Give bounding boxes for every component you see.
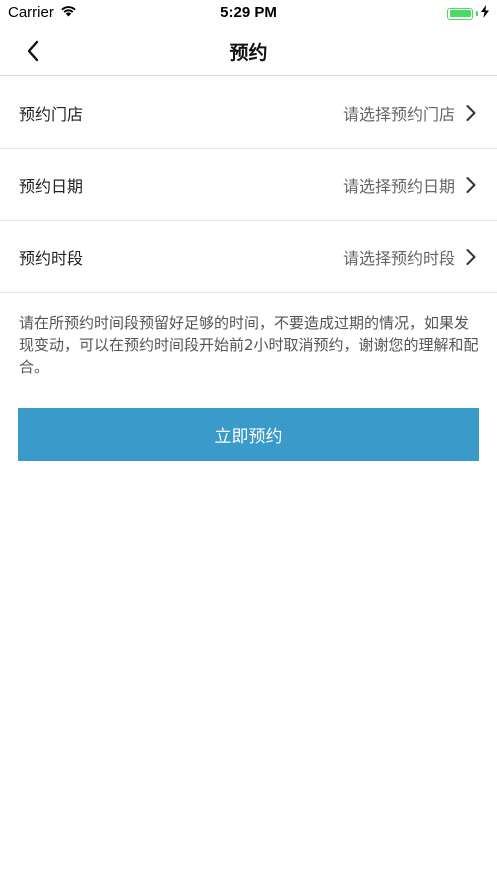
battery-icon <box>447 7 473 20</box>
appointment-notice: 请在所预约时间段预留好足够的时间，不要造成过期的情况，如果发现变动，可以在预约时… <box>19 314 479 376</box>
appointment-screen: Carrier 5:29 PM 预约 预约门店 请选择预约门店 预约日期 请选择… <box>0 0 497 883</box>
date-select-row[interactable]: 预约日期 请选择预约日期 <box>0 149 497 221</box>
store-placeholder: 请选择预约门店 <box>342 104 455 124</box>
page-title: 预约 <box>229 42 268 64</box>
battery-indicator <box>447 5 489 22</box>
book-now-button[interactable]: 立即预约 <box>18 408 479 461</box>
timeslot-label: 预约时段 <box>19 248 84 268</box>
navigation-bar: 预约 <box>0 26 497 76</box>
chevron-right-icon <box>465 104 477 122</box>
store-label: 预约门店 <box>19 104 84 124</box>
date-label: 预约日期 <box>19 176 84 196</box>
chevron-right-icon <box>465 248 477 266</box>
battery-fill <box>449 10 471 17</box>
timeslot-placeholder: 请选择预约时段 <box>342 248 455 268</box>
status-bar: Carrier 5:29 PM <box>0 0 497 26</box>
charging-bolt-icon <box>481 5 489 22</box>
store-select-row[interactable]: 预约门店 请选择预约门店 <box>0 77 497 149</box>
status-time: 5:29 PM <box>220 4 277 21</box>
appointment-form: 预约门店 请选择预约门店 预约日期 请选择预约日期 预约时段 请选择预约时段 <box>0 77 497 293</box>
date-placeholder: 请选择预约日期 <box>342 176 455 196</box>
chevron-right-icon <box>465 176 477 194</box>
timeslot-select-row[interactable]: 预约时段 请选择预约时段 <box>0 221 497 293</box>
